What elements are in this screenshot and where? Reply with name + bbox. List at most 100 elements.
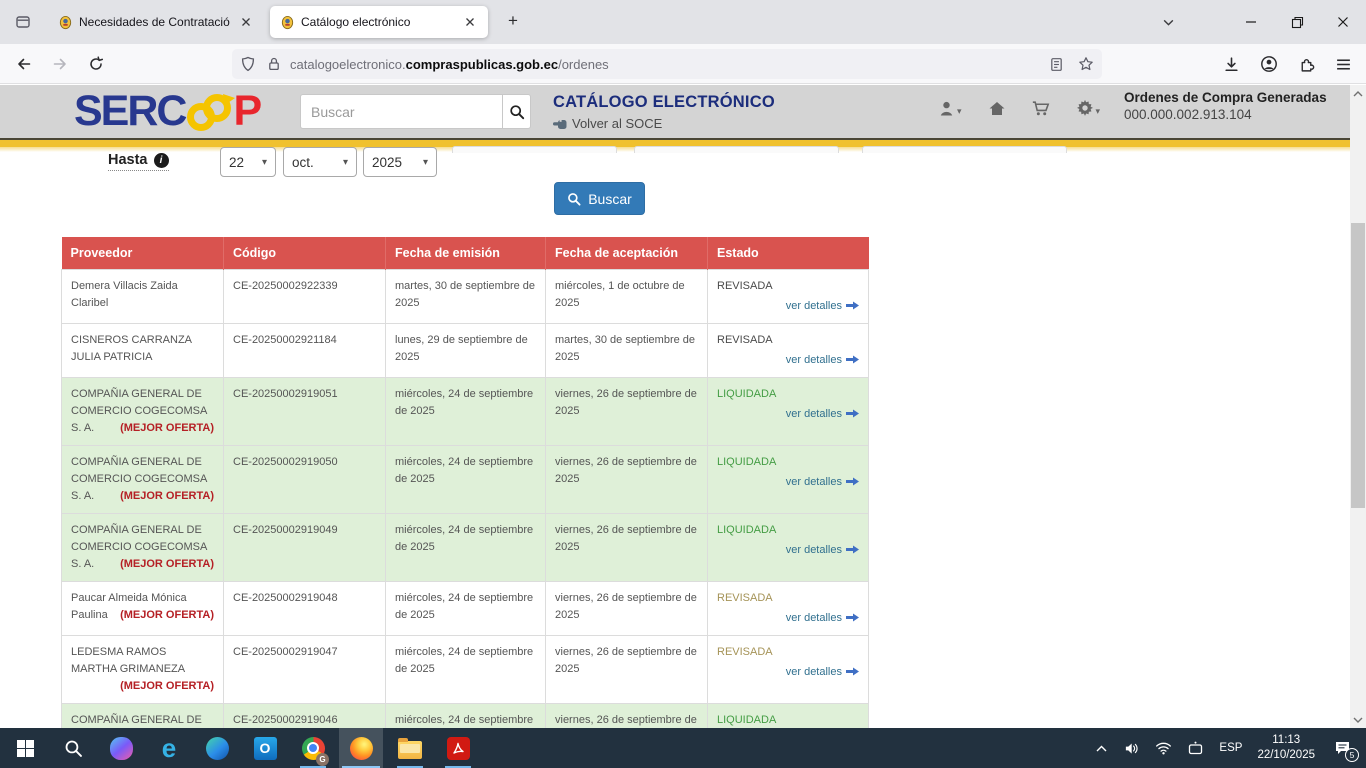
search-icon	[567, 192, 581, 206]
ver-detalles-link[interactable]: ver detalles	[717, 664, 859, 681]
orders-table-body: Demera Villacis Zaida Claribel CE-202500…	[62, 269, 869, 768]
tracking-shield-icon[interactable]	[240, 56, 256, 72]
bookmark-star-icon[interactable]	[1078, 56, 1094, 72]
forward-button[interactable]	[46, 50, 74, 78]
tab-close-icon[interactable]	[236, 12, 256, 32]
provider-name: LEDESMA RAMOS MARTHA GRIMANEZA	[71, 646, 185, 675]
tab-catalogo[interactable]: Catálogo electrónico	[270, 6, 488, 38]
arrow-right-icon	[846, 409, 859, 418]
back-button[interactable]	[10, 50, 38, 78]
tab-title: Necesidades de Contratación y	[79, 15, 230, 29]
day-select[interactable]: 22▾	[220, 147, 276, 177]
firefox-view-icon[interactable]	[8, 8, 38, 36]
sercop-logo[interactable]: SERC P	[74, 87, 260, 136]
scrollbar-thumb[interactable]	[1351, 223, 1365, 508]
acrobat-icon[interactable]	[436, 728, 480, 768]
emission-date: miércoles, 24 de septiembre de 2025	[386, 582, 546, 636]
acceptance-date: viernes, 26 de septiembre de 2025	[546, 377, 708, 445]
ecuador-favicon-icon	[58, 15, 73, 30]
order-code: CE-20250002919048	[224, 582, 386, 636]
ver-detalles-link-text: ver detalles	[786, 476, 842, 488]
home-button[interactable]	[988, 100, 1006, 117]
ver-detalles-link[interactable]: ver detalles	[717, 542, 859, 559]
outlook-icon[interactable]: O	[243, 728, 287, 768]
tab-necesidades[interactable]: Necesidades de Contratación y	[48, 6, 264, 38]
header-search-button[interactable]	[502, 94, 531, 129]
acceptance-date: viernes, 26 de septiembre de 2025	[546, 445, 708, 513]
provider-cell: COMPAÑIA GENERAL DE COMERCIO COGECOMSA S…	[62, 377, 224, 445]
provider-cell: COMPAÑIA GENERAL DE COMERCIO COGECOMSA S…	[62, 513, 224, 581]
tab-close-icon[interactable]	[460, 12, 480, 32]
clock[interactable]: 11:13 22/10/2025	[1257, 733, 1315, 763]
ver-detalles-link[interactable]: ver detalles	[717, 474, 859, 491]
scroll-down-arrow[interactable]	[1350, 711, 1366, 728]
emission-date: martes, 30 de septiembre de 2025	[386, 269, 546, 323]
account-info: Ordenes de Compra Generadas 000.000.002.…	[1124, 90, 1349, 122]
volume-icon[interactable]	[1123, 741, 1140, 756]
chrome-icon[interactable]: G	[291, 728, 335, 768]
user-menu-button[interactable]: ▾	[938, 100, 962, 117]
provider-cell: Demera Villacis Zaida Claribel	[62, 269, 224, 323]
new-tab-button[interactable]: +	[500, 11, 526, 31]
provider-cell: LEDESMA RAMOS MARTHA GRIMANEZA (MEJOR OF…	[62, 636, 224, 704]
month-select[interactable]: oct.▾	[283, 147, 357, 177]
wifi-icon[interactable]	[1155, 741, 1172, 755]
status-cell: LIQUIDADA ver detalles	[708, 513, 869, 581]
url-bar[interactable]: catalogoelectronico.compraspublicas.gob.…	[232, 49, 1102, 79]
search-icon	[64, 739, 83, 758]
buscar-button[interactable]: Buscar	[554, 182, 645, 215]
internet-explorer-icon[interactable]: e	[147, 728, 191, 768]
year-select[interactable]: 2025▾	[363, 147, 437, 177]
copilot-icon[interactable]	[99, 728, 143, 768]
file-explorer-icon[interactable]	[388, 728, 432, 768]
reload-button[interactable]	[82, 50, 110, 78]
connect-display-icon[interactable]	[1187, 741, 1204, 756]
ver-detalles-link[interactable]: ver detalles	[717, 352, 859, 369]
hasta-label: Hasta i	[108, 152, 169, 171]
status-label: LIQUIDADA	[717, 386, 859, 403]
info-icon[interactable]: i	[154, 153, 169, 168]
cart-button[interactable]	[1032, 100, 1050, 117]
lock-icon[interactable]	[266, 56, 282, 72]
nav-tab-ghost	[634, 146, 839, 153]
ecuador-favicon-icon	[280, 15, 295, 30]
window-restore-button[interactable]	[1274, 0, 1320, 44]
volver-soce-link[interactable]: Volver al SOCE	[553, 116, 775, 131]
mejor-oferta-label: (MEJOR OFERTA)	[120, 607, 214, 624]
order-code: CE-20250002919047	[224, 636, 386, 704]
ver-detalles-link[interactable]: ver detalles	[717, 298, 859, 315]
arrow-right-icon	[846, 545, 859, 554]
window-minimize-button[interactable]	[1228, 0, 1274, 44]
taskbar-search-button[interactable]	[51, 728, 95, 768]
notification-center-button[interactable]: 5	[1330, 735, 1356, 761]
chevron-down-icon: ▾	[343, 157, 348, 168]
col-codigo: Código	[224, 237, 386, 269]
nav-tab-ghost	[862, 146, 1067, 153]
scroll-up-arrow[interactable]	[1350, 85, 1366, 102]
language-indicator[interactable]: ESP	[1219, 742, 1242, 754]
ver-detalles-link[interactable]: ver detalles	[717, 610, 859, 627]
tray-chevron-up-icon[interactable]	[1095, 744, 1108, 753]
account-icon[interactable]	[1260, 55, 1278, 73]
downloads-icon[interactable]	[1223, 56, 1240, 73]
status-label: REVISADA	[717, 644, 859, 661]
status-label: REVISADA	[717, 590, 859, 607]
window-close-button[interactable]	[1320, 0, 1366, 44]
mejor-oferta-label: (MEJOR OFERTA)	[120, 556, 214, 573]
tab-list-chevron-icon[interactable]	[1145, 0, 1191, 44]
arrow-right-icon	[846, 477, 859, 486]
firefox-icon[interactable]	[339, 728, 383, 768]
menu-hamburger-icon[interactable]	[1335, 56, 1352, 73]
acceptance-date: miércoles, 1 de octubre de 2025	[546, 269, 708, 323]
provider-cell: COMPAÑIA GENERAL DE COMERCIO COGECOMSA S…	[62, 445, 224, 513]
header-search-input[interactable]	[300, 94, 502, 129]
logo-text-red: P	[233, 87, 260, 136]
start-button[interactable]	[3, 728, 47, 768]
reader-mode-icon[interactable]	[1049, 57, 1064, 72]
extensions-puzzle-icon[interactable]	[1298, 56, 1315, 73]
edge-icon[interactable]	[195, 728, 239, 768]
ver-detalles-link[interactable]: ver detalles	[717, 406, 859, 423]
page-scrollbar[interactable]	[1350, 85, 1366, 728]
settings-menu-button[interactable]: ▾	[1076, 99, 1101, 117]
emission-date: miércoles, 24 de septiembre de 2025	[386, 445, 546, 513]
